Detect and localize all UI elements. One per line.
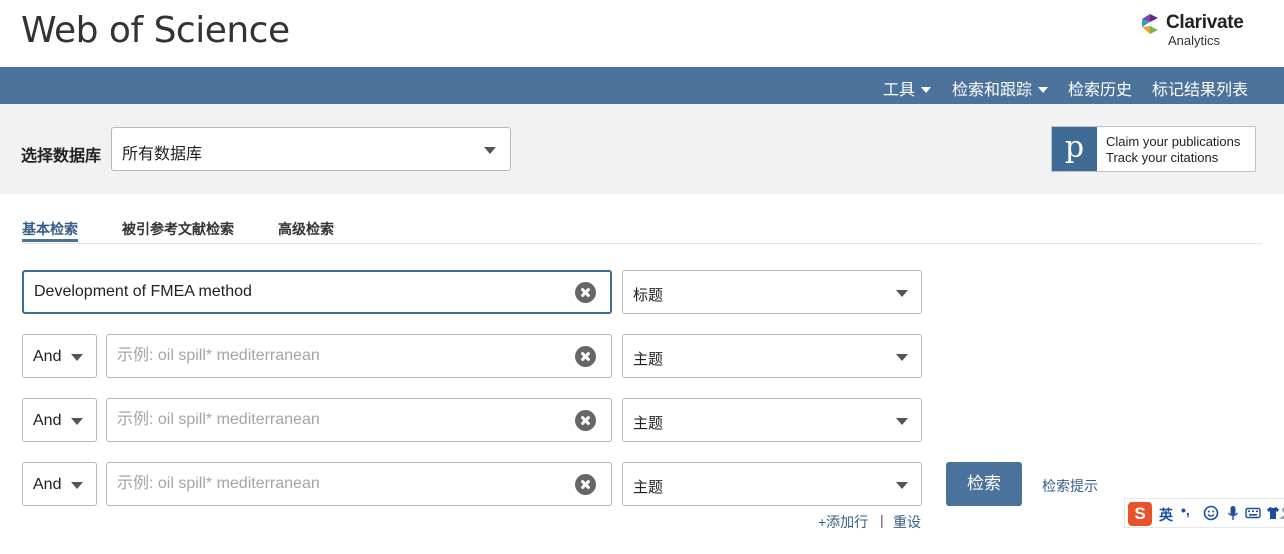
search-tabs: 基本检索 被引参考文献检索 高级检索	[0, 194, 1284, 246]
boolean-operator-select[interactable]: And	[22, 398, 97, 442]
search-row: And 主题 检索 检索提示	[0, 462, 1284, 506]
field-select-value: 主题	[633, 415, 664, 432]
caret-down-icon	[921, 86, 932, 93]
field-select-value: 主题	[633, 351, 664, 368]
search-input[interactable]	[34, 272, 474, 312]
chevron-down-icon	[71, 354, 83, 361]
caret-down-icon	[1038, 86, 1049, 93]
boolean-operator-value: And	[33, 412, 62, 429]
nav-search-tracking-label: 检索和跟踪	[952, 82, 1033, 99]
ime-language-toggle[interactable]: 英	[1159, 505, 1173, 525]
boolean-operator-select[interactable]: And	[22, 462, 97, 506]
chevron-down-icon	[71, 482, 83, 489]
boolean-operator-value: And	[33, 476, 62, 493]
reset-link[interactable]: 重设	[893, 512, 921, 532]
clear-icon[interactable]	[575, 346, 596, 367]
clarivate-logo[interactable]: Clarivate Analytics	[1138, 12, 1268, 52]
field-select[interactable]: 主题	[622, 462, 922, 506]
tab-advanced-search[interactable]: 高级检索	[278, 219, 334, 239]
field-select-value: 标题	[633, 287, 664, 304]
active-tab-indicator	[22, 239, 78, 242]
search-tips-link[interactable]: 检索提示	[1042, 476, 1098, 496]
search-input[interactable]	[117, 335, 557, 377]
chevron-down-icon	[896, 482, 908, 489]
search-term-field	[106, 398, 612, 442]
brand-sub: Analytics	[1168, 33, 1221, 48]
database-selected-value: 所有数据库	[122, 146, 203, 163]
nav-search-history[interactable]: 检索历史	[1068, 76, 1132, 100]
tab-basic-search[interactable]: 基本检索	[22, 219, 78, 239]
chevron-down-icon	[896, 354, 908, 361]
nav-tools[interactable]: 工具	[883, 76, 932, 100]
page-header: Web of Science Clarivate Analytics	[0, 0, 1284, 67]
keyboard-icon[interactable]	[1245, 505, 1261, 521]
clarivate-mark-icon	[1142, 14, 1158, 34]
field-select[interactable]: 主题	[622, 398, 922, 442]
app-title: Web of Science	[21, 10, 290, 51]
claim-publications-promo[interactable]: p Claim your publications Track your cit…	[1051, 126, 1256, 172]
microphone-icon[interactable]	[1225, 505, 1241, 521]
field-select-value: 主题	[633, 479, 664, 496]
promo-line-2: Track your citations	[1106, 150, 1219, 165]
add-row-link[interactable]: +添加行	[818, 512, 868, 532]
main-nav: 工具 检索和跟踪 检索历史 标记结果列表	[0, 67, 1284, 104]
search-input[interactable]	[117, 399, 557, 441]
tab-cited-reference-search[interactable]: 被引参考文献检索	[122, 219, 234, 239]
database-select[interactable]: 所有数据库	[111, 127, 511, 171]
publons-logo-icon: p	[1052, 127, 1097, 171]
brand-name: Clarivate	[1166, 12, 1244, 33]
field-select[interactable]: 主题	[622, 334, 922, 378]
sogou-logo-icon[interactable]: S	[1128, 502, 1152, 526]
clear-icon[interactable]	[575, 282, 596, 303]
search-row: And 主题	[0, 398, 1284, 442]
clear-icon[interactable]	[575, 410, 596, 431]
database-band: 选择数据库 所有数据库 p Claim your publications Tr…	[0, 104, 1284, 194]
field-select[interactable]: 标题	[622, 270, 922, 314]
search-term-field	[106, 462, 612, 506]
smiley-icon[interactable]	[1203, 505, 1219, 521]
promo-line-1: Claim your publications	[1106, 134, 1241, 149]
nav-marked-list[interactable]: 标记结果列表	[1152, 76, 1248, 100]
chevron-down-icon	[71, 418, 83, 425]
clear-icon[interactable]	[575, 474, 596, 495]
user-icon[interactable]	[1279, 505, 1284, 521]
nav-tools-label: 工具	[883, 82, 916, 99]
link-separator: |	[880, 512, 884, 528]
search-term-field	[106, 334, 612, 378]
database-label: 选择数据库	[21, 148, 102, 165]
boolean-operator-value: And	[33, 348, 62, 365]
nav-search-tracking[interactable]: 检索和跟踪	[952, 76, 1049, 100]
chevron-down-icon	[896, 418, 908, 425]
ime-punctuation-toggle[interactable]: •,	[1181, 502, 1190, 518]
tab-divider	[22, 243, 1262, 244]
search-term-field	[22, 270, 612, 314]
chevron-down-icon	[484, 147, 496, 154]
ime-toolbar: S 英 •,	[1124, 498, 1284, 528]
search-input[interactable]	[117, 463, 557, 505]
search-button[interactable]: 检索	[946, 462, 1022, 506]
search-row: And 主题	[0, 334, 1284, 378]
chevron-down-icon	[896, 290, 908, 297]
boolean-operator-select[interactable]: And	[22, 334, 97, 378]
search-row: 标题	[0, 270, 1284, 314]
